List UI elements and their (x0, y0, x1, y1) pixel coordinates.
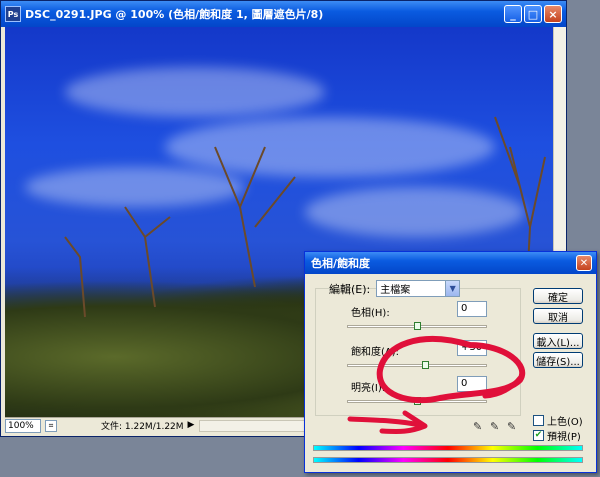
preview-label: 預視(P) (547, 432, 581, 443)
save-button[interactable]: 儲存(S)... (533, 352, 583, 368)
saturation-label: 飽和度(A): (351, 347, 400, 358)
close-button[interactable]: × (544, 5, 562, 23)
chevron-down-icon[interactable]: ▼ (445, 281, 460, 296)
dialog-title[interactable]: 色相/飽和度 (305, 252, 596, 274)
cancel-button[interactable]: 取消 (533, 308, 583, 324)
input-color-bar (313, 445, 583, 451)
photoshop-app-icon: Ps (5, 6, 21, 22)
file-info: 文件: 1.22M/1.22M (101, 422, 184, 432)
colorize-label: 上色(O) (547, 417, 583, 428)
edit-select[interactable]: 主檔案 ▼ (376, 280, 461, 297)
saturation-slider-track[interactable] (347, 364, 487, 367)
colorize-option[interactable]: 上色(O) (533, 413, 583, 428)
saturation-input[interactable]: +30 (457, 340, 487, 356)
preview-option[interactable]: ✔ 預視(P) (533, 428, 581, 443)
output-color-bar (313, 457, 583, 463)
document-title: DSC_0291.JPG @ 100% (色相/飽和度 1, 圖層遮色片/8) (25, 8, 324, 21)
lightness-slider-thumb[interactable] (414, 397, 421, 405)
lightness-input[interactable]: 0 (457, 376, 487, 392)
dialog-close-button[interactable]: ✕ (576, 255, 592, 271)
document-titlebar[interactable]: Ps DSC_0291.JPG @ 100% (色相/飽和度 1, 圖層遮色片/… (1, 1, 566, 27)
minimize-button[interactable]: _ (504, 5, 522, 23)
saturation-slider-thumb[interactable] (422, 361, 430, 369)
eyedropper-icon[interactable]: ✎ (473, 420, 485, 433)
eyedropper-plus-icon[interactable]: ✎ (490, 420, 502, 433)
hue-input[interactable]: 0 (457, 301, 487, 317)
preview-checkbox[interactable]: ✔ (533, 430, 544, 441)
status-arrow-icon[interactable]: ▶ (185, 420, 197, 432)
status-menu-icon[interactable]: ⌗ (45, 419, 57, 432)
load-button[interactable]: 載入(L)... (533, 333, 583, 349)
colorize-checkbox[interactable] (533, 415, 544, 426)
hue-label: 色相(H): (351, 308, 390, 319)
lightness-label: 明亮(I): (351, 383, 386, 394)
edit-label: 編輯(E): (329, 282, 371, 296)
eyedropper-minus-icon[interactable]: ✎ (507, 420, 519, 433)
maximize-button[interactable]: □ (524, 5, 542, 23)
hue-saturation-dialog: 色相/飽和度 ✕ 編輯(E): 主檔案 ▼ 色相(H): 0 飽和度(A): +… (304, 251, 597, 473)
edit-select-value: 主檔案 (380, 285, 411, 296)
ok-button[interactable]: 確定 (533, 288, 583, 304)
zoom-field[interactable]: 100% (5, 418, 41, 433)
hue-slider-thumb[interactable] (414, 322, 421, 330)
